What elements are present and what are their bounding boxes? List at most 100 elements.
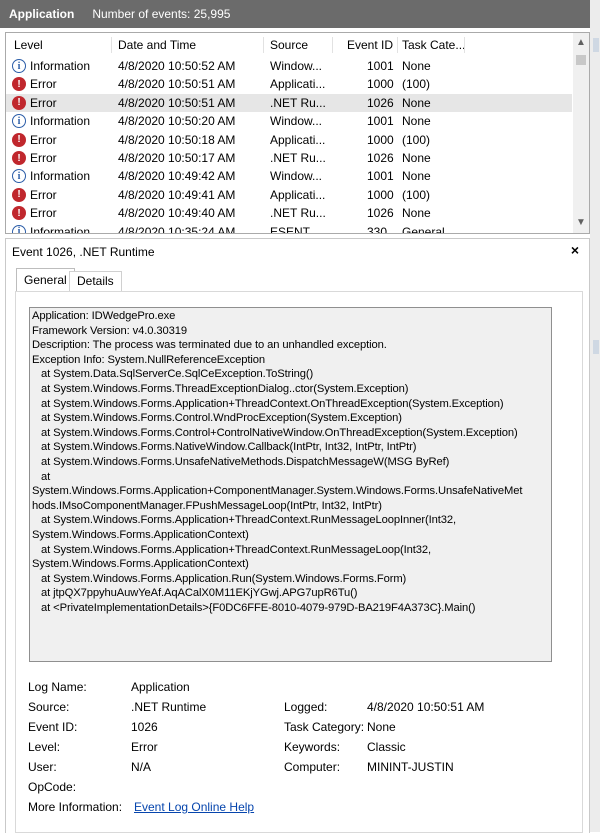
keywords-label: Keywords: [284, 740, 341, 754]
description-line: hods.IMsoComponentManager.FPushMessageLo… [32, 499, 382, 512]
event-detail-pane: Event 1026, .NET Runtime × General Detai… [5, 238, 590, 833]
col-date[interactable]: Date and Time [118, 38, 196, 52]
event-row[interactable]: ! Error 4/8/2020 10:50:51 AM .NET Ru... 1026… [6, 93, 572, 113]
date-cell: 4/8/2020 10:49:41 AM [118, 187, 236, 202]
log-name-value: Application [131, 680, 190, 694]
description-line: at System.Windows.Forms.Application+Thre… [32, 543, 431, 556]
level-cell: Information [30, 169, 91, 184]
description-line: at System.Windows.Forms.Application+Thre… [32, 514, 456, 527]
information-icon: i [12, 224, 26, 233]
task-cell: (100) [402, 187, 431, 202]
event-id-cell: 1000 [367, 77, 394, 92]
description-line: at System.Windows.Forms.Application.Run(… [32, 572, 407, 585]
description-line: Description: The process was terminated … [32, 339, 387, 352]
scroll-up-icon[interactable]: ▲ [573, 35, 589, 51]
source-cell: Window... [270, 59, 323, 73]
col-source[interactable]: Source [270, 38, 308, 52]
description-line: Application: IDWedgePro.exe [32, 310, 176, 322]
date-cell: 4/8/2020 10:50:18 AM [118, 132, 236, 147]
more-info-label: More Information: [28, 800, 123, 814]
information-icon: i [12, 169, 26, 184]
event-id-cell: 1026 [367, 206, 394, 221]
description-line: at System.Windows.Forms.ThreadExceptionD… [32, 383, 409, 395]
computer-label: Computer: [284, 760, 341, 774]
scroll-down-icon[interactable]: ▼ [573, 215, 589, 231]
log-name-label: Log Name: [28, 680, 87, 694]
task-cell: None [402, 59, 431, 73]
event-row[interactable]: i Information 4/8/2020 10:35:24 AM ESENT 330… [6, 223, 572, 234]
error-icon: ! [12, 95, 26, 110]
description-line: at System.Data.SqlServerCe.SqlCeExceptio… [32, 368, 314, 381]
date-cell: 4/8/2020 10:50:17 AM [118, 151, 236, 165]
task-cell: (100) [402, 77, 431, 92]
event-list[interactable]: Level Date and Time Source Event ID Task… [5, 32, 590, 234]
task-category-value: None [367, 720, 396, 734]
error-icon: ! [12, 151, 26, 165]
event-row[interactable]: ! Error 4/8/2020 10:50:51 AM Applicati... 10… [6, 75, 572, 93]
description-line: at System.Windows.Forms.NativeWindow.Cal… [32, 441, 417, 454]
description-line: at jtpQX7ppyhuAuwYeAf.AqACalX0M11EKjYGwj… [32, 587, 358, 600]
event-row[interactable]: ! Error 4/8/2020 10:50:17 AM .NET Ru... 1026… [6, 149, 572, 167]
error-icon: ! [12, 206, 26, 221]
close-icon[interactable]: × [571, 242, 579, 258]
task-category-label: Task Category: [284, 720, 365, 734]
error-icon: ! [12, 187, 26, 202]
event-row[interactable]: ! Error 4/8/2020 10:49:41 AM Applicati... 10… [6, 186, 572, 204]
description-line: Framework Version: v4.0.30319 [32, 324, 188, 337]
information-icon: i [12, 114, 26, 129]
description-line: System.Windows.Forms.ApplicationContext) [32, 558, 249, 571]
log-name-title: Application [9, 7, 75, 21]
event-id-cell: 1001 [367, 114, 394, 129]
event-row[interactable]: ! Error 4/8/2020 10:49:40 AM .NET Ru... 1026… [6, 204, 572, 222]
source-cell: .NET Ru... [270, 206, 326, 221]
detail-title: Event 1026, .NET Runtime [12, 245, 155, 259]
event-log-help-link[interactable]: Event Log Online Help [134, 800, 254, 814]
level-cell: Error [30, 77, 57, 92]
description-line: Exception Info: System.NullReferenceExce… [32, 353, 266, 366]
edge-mark [593, 340, 599, 354]
description-line: at System.Windows.Forms.Control.WndProcE… [32, 412, 402, 425]
task-cell: None [402, 114, 431, 129]
event-row[interactable]: ! Error 4/8/2020 10:50:18 AM Applicati... 10… [6, 131, 572, 149]
tab-details[interactable]: Details [69, 271, 122, 291]
task-cell: None [402, 95, 431, 110]
description-line: System.Windows.Forms.ApplicationContext) [32, 529, 249, 541]
event-id-value: 1026 [131, 720, 158, 734]
level-label: Level: [28, 740, 61, 754]
description-line: at System.Windows.Forms.UnsafeNativeMeth… [32, 456, 450, 468]
task-cell: None [402, 151, 431, 165]
level-cell: Error [30, 151, 57, 165]
tab-general[interactable]: General [16, 268, 75, 293]
computer-value: MININT-JUSTIN [367, 760, 454, 774]
event-description-box[interactable]: Application: IDWedgePro.exe Framework Ver… [29, 307, 552, 662]
title-bar: Application Number of events: 25,995 [0, 0, 590, 28]
date-cell: 4/8/2020 10:35:24 AM [118, 224, 236, 234]
level-cell: Information [30, 114, 91, 129]
right-edge-strip [590, 0, 600, 832]
column-header-row: Level Date and Time Source Event ID Task… [6, 33, 572, 57]
source-cell: ESENT [270, 224, 311, 234]
level-cell: Error [30, 132, 57, 147]
keywords-value: Classic [367, 740, 406, 754]
source-cell: Applicati... [270, 132, 326, 147]
logged-value: 4/8/2020 10:50:51 AM [367, 700, 485, 714]
error-icon: ! [12, 77, 26, 92]
error-icon: ! [12, 132, 26, 147]
scroll-thumb[interactable] [576, 55, 586, 65]
event-id-cell: 1001 [367, 59, 394, 73]
col-level[interactable]: Level [14, 38, 43, 52]
event-row[interactable]: i Information 4/8/2020 10:50:20 AM Window..… [6, 112, 572, 130]
event-row[interactable]: i Information 4/8/2020 10:50:52 AM Window..… [6, 57, 572, 75]
col-task-category[interactable]: Task Cate... [402, 38, 465, 52]
date-cell: 4/8/2020 10:50:51 AM [118, 77, 236, 92]
source-cell: .NET Ru... [270, 95, 326, 110]
user-value: N/A [131, 760, 152, 774]
list-scrollbar[interactable]: ▲ ▼ [573, 33, 589, 233]
task-cell: None [402, 206, 431, 221]
edge-mark [593, 38, 599, 52]
event-row[interactable]: i Information 4/8/2020 10:49:42 AM Window..… [6, 167, 572, 185]
source-cell: .NET Ru... [270, 151, 326, 165]
general-panel: Application: IDWedgePro.exe Framework Ver… [15, 291, 583, 833]
col-event-id[interactable]: Event ID [347, 38, 393, 52]
level-cell: Information [30, 224, 91, 234]
